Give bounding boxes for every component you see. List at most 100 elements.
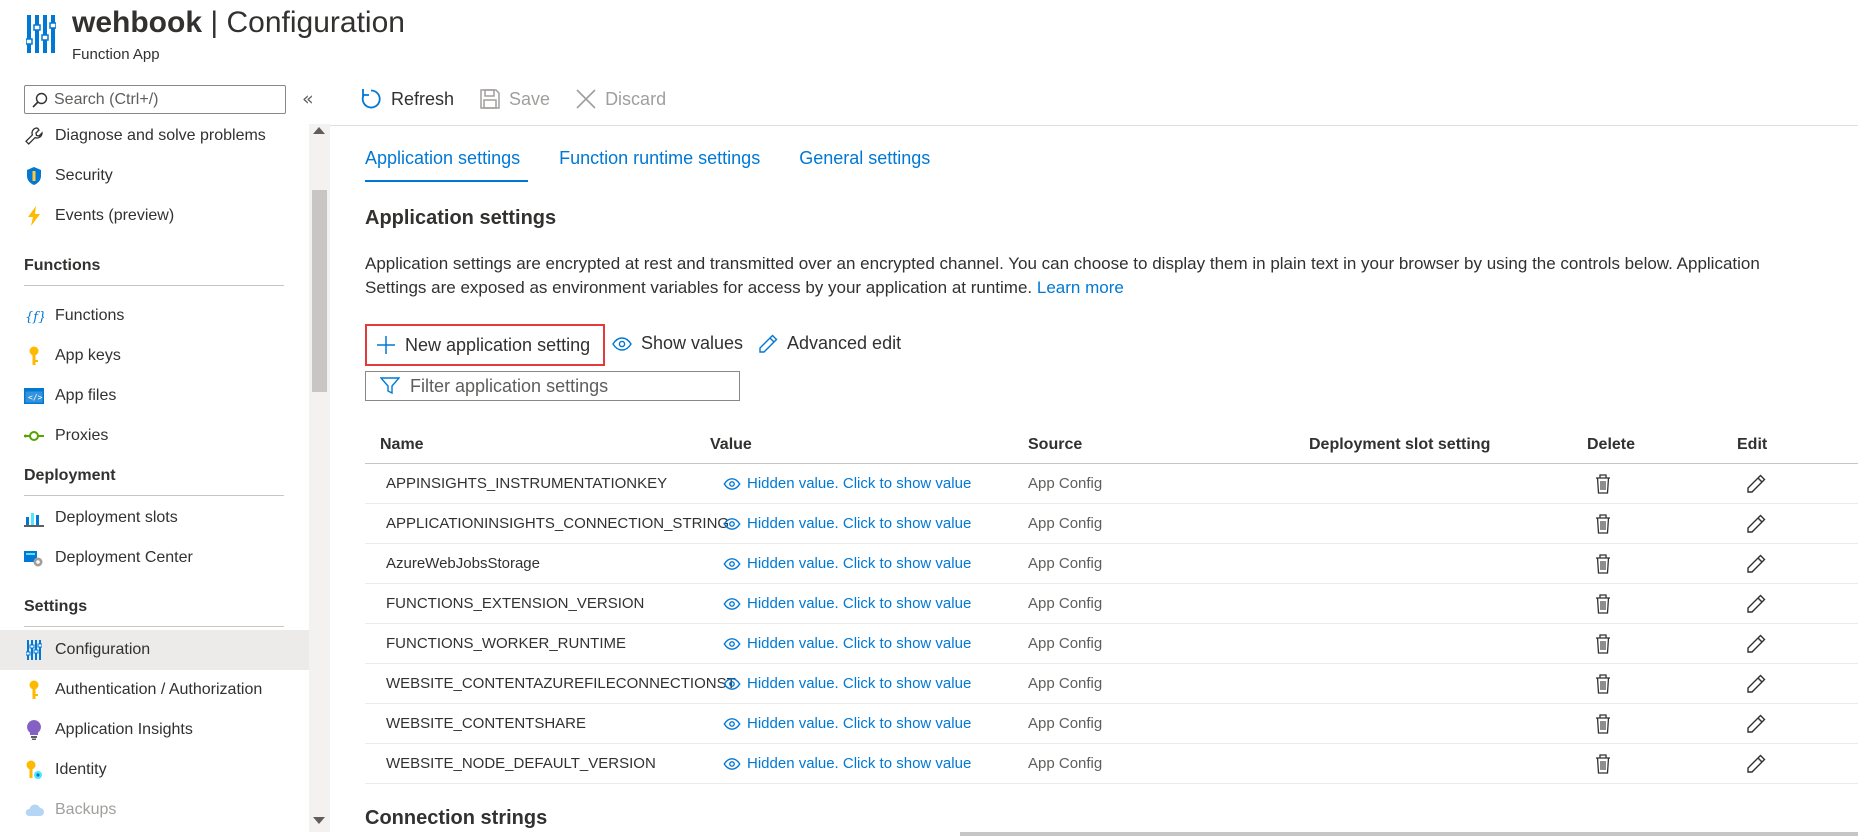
key-icon: [24, 346, 44, 366]
scroll-down-arrow-icon[interactable]: [313, 817, 325, 824]
edit-button[interactable]: [1746, 504, 1766, 543]
page-subtitle: Function App: [72, 46, 160, 63]
delete-button[interactable]: [1595, 624, 1611, 663]
column-header-name[interactable]: Name: [380, 427, 424, 463]
nav-item-deployment-slots[interactable]: Deployment slots: [0, 498, 309, 538]
setting-name[interactable]: APPLICATIONINSIGHTS_CONNECTION_STRING: [386, 504, 729, 543]
trash-icon: [1595, 473, 1611, 494]
shield-icon: [24, 166, 44, 186]
delete-button[interactable]: [1595, 744, 1611, 783]
nav-item-events[interactable]: Events (preview): [0, 196, 309, 236]
hidden-value-text: Hidden value. Click to show value: [747, 635, 972, 652]
discard-button[interactable]: Discard: [576, 89, 666, 110]
setting-source: App Config: [1028, 475, 1103, 492]
learn-more-link[interactable]: Learn more: [1037, 278, 1124, 297]
delete-button[interactable]: [1595, 704, 1611, 743]
nav-item-deployment-center[interactable]: Deployment Center: [0, 538, 309, 578]
table-row: WEBSITE_CONTENTSHARE Hidden value. Click…: [365, 704, 1858, 744]
hidden-value-link[interactable]: Hidden value. Click to show value: [723, 584, 971, 623]
eye-icon: [723, 597, 741, 610]
setting-name[interactable]: FUNCTIONS_WORKER_RUNTIME: [386, 624, 626, 663]
svg-text:</>: </>: [28, 393, 43, 402]
nav-item-configuration[interactable]: Configuration: [0, 630, 309, 670]
scroll-up-arrow-icon[interactable]: [313, 127, 325, 134]
tab-application-settings[interactable]: Application settings: [365, 148, 529, 182]
setting-name[interactable]: WEBSITE_CONTENTSHARE: [386, 704, 586, 743]
nav-item-label: Configuration: [55, 641, 151, 658]
edit-button[interactable]: [1746, 704, 1766, 743]
pencil-icon: [1746, 554, 1766, 574]
delete-button[interactable]: [1595, 464, 1611, 503]
trash-icon: [1595, 593, 1611, 614]
nav-item-application-insights[interactable]: Application Insights: [0, 710, 309, 750]
show-values-button[interactable]: Show values: [612, 333, 743, 354]
hidden-value-link[interactable]: Hidden value. Click to show value: [723, 544, 971, 583]
eye-icon: [723, 757, 741, 770]
new-application-setting-button[interactable]: New application setting: [365, 324, 605, 366]
hidden-value-link[interactable]: Hidden value. Click to show value: [723, 504, 971, 543]
tab-general-settings[interactable]: General settings: [799, 148, 932, 182]
nav-scrollbar-thumb[interactable]: [312, 190, 327, 392]
save-button[interactable]: Save: [480, 89, 550, 110]
setting-name[interactable]: FUNCTIONS_EXTENSION_VERSION: [386, 584, 644, 623]
nav-item-app-files[interactable]: </> App files: [0, 376, 309, 416]
app-name: wehbook: [72, 6, 203, 39]
edit-button[interactable]: [1746, 744, 1766, 783]
table-row: APPLICATIONINSIGHTS_CONNECTION_STRING Hi…: [365, 504, 1858, 544]
setting-name[interactable]: WEBSITE_CONTENTAZUREFILECONNECTIONST: [386, 664, 736, 703]
delete-button[interactable]: [1595, 544, 1611, 583]
nav-search-input[interactable]: Search (Ctrl+/): [24, 85, 286, 114]
nav-item-label: Authentication / Authorization: [55, 681, 263, 698]
setting-name[interactable]: AzureWebJobsStorage: [386, 544, 540, 583]
nav-item-authentication[interactable]: Authentication / Authorization: [0, 670, 309, 710]
hidden-value-link[interactable]: Hidden value. Click to show value: [723, 464, 971, 503]
hidden-value-text: Hidden value. Click to show value: [747, 595, 972, 612]
eye-icon: [723, 717, 741, 730]
table-row: FUNCTIONS_WORKER_RUNTIME Hidden value. C…: [365, 624, 1858, 664]
horizontal-scrollbar[interactable]: [960, 832, 1858, 836]
proxy-icon: [24, 426, 44, 446]
setting-source: App Config: [1028, 715, 1103, 732]
plus-icon: [377, 336, 395, 354]
nav-item-app-keys[interactable]: App keys: [0, 336, 309, 376]
filter-settings-input[interactable]: Filter application settings: [365, 371, 740, 401]
hidden-value-link[interactable]: Hidden value. Click to show value: [723, 664, 971, 703]
nav-item-label: Deployment Center: [55, 549, 193, 566]
nav-item-functions[interactable]: {f} Functions: [0, 296, 309, 336]
collapse-nav-button[interactable]: «: [302, 88, 314, 110]
delete-button[interactable]: [1595, 664, 1611, 703]
nav-section-settings: Settings: [24, 598, 284, 627]
nav-item-proxies[interactable]: Proxies: [0, 416, 309, 456]
delete-button[interactable]: [1595, 504, 1611, 543]
column-header-value[interactable]: Value: [710, 427, 752, 463]
setting-name[interactable]: APPINSIGHTS_INSTRUMENTATIONKEY: [386, 464, 667, 503]
nav-item-security[interactable]: Security: [0, 156, 309, 196]
hidden-value-text: Hidden value. Click to show value: [747, 715, 972, 732]
column-header-source[interactable]: Source: [1028, 427, 1082, 463]
nav-item-identity[interactable]: Identity: [0, 750, 309, 790]
pencil-icon: [1746, 594, 1766, 614]
column-header-slot-setting[interactable]: Deployment slot setting: [1309, 427, 1490, 463]
tab-function-runtime-settings[interactable]: Function runtime settings: [559, 148, 762, 182]
nav-item-backups[interactable]: Backups: [0, 790, 309, 830]
edit-button[interactable]: [1746, 544, 1766, 583]
edit-button[interactable]: [1746, 624, 1766, 663]
setting-name[interactable]: WEBSITE_NODE_DEFAULT_VERSION: [386, 744, 656, 783]
hidden-value-link[interactable]: Hidden value. Click to show value: [723, 624, 971, 663]
nav-item-diagnose[interactable]: Diagnose and solve problems: [0, 116, 309, 156]
refresh-label: Refresh: [391, 88, 455, 109]
advanced-edit-button[interactable]: Advanced edit: [758, 333, 901, 354]
setting-source: App Config: [1028, 595, 1103, 612]
pencil-icon: [1746, 674, 1766, 694]
wrench-icon: [24, 126, 44, 146]
edit-button[interactable]: [1746, 464, 1766, 503]
identity-icon: [24, 760, 44, 780]
refresh-button[interactable]: Refresh: [360, 88, 454, 110]
delete-button[interactable]: [1595, 584, 1611, 623]
hidden-value-link[interactable]: Hidden value. Click to show value: [723, 704, 971, 743]
edit-button[interactable]: [1746, 664, 1766, 703]
setting-source: App Config: [1028, 755, 1103, 772]
nav-item-label: Diagnose and solve problems: [55, 127, 266, 144]
hidden-value-link[interactable]: Hidden value. Click to show value: [723, 744, 971, 783]
edit-button[interactable]: [1746, 584, 1766, 623]
